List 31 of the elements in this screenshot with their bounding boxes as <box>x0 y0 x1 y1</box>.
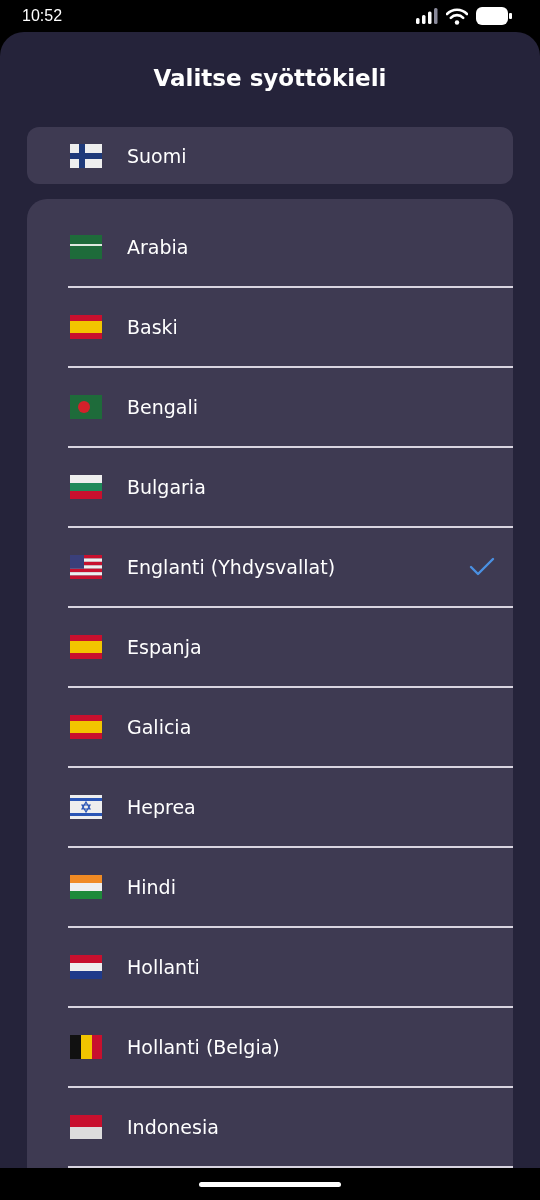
flag-icon <box>70 1115 102 1139</box>
flag-icon <box>70 875 102 899</box>
language-item[interactable]: Hindi <box>68 848 513 928</box>
flag-icon <box>70 235 102 259</box>
sheet-title: Valitse syöttökieli <box>152 64 388 93</box>
language-item[interactable]: Hollanti <box>68 928 513 1008</box>
flag-icon <box>70 635 102 659</box>
wifi-icon <box>446 7 468 25</box>
flag-icon <box>70 315 102 339</box>
language-item[interactable]: Bulgaria <box>68 448 513 528</box>
flag-icon <box>70 715 102 739</box>
language-item[interactable]: Bengali <box>68 368 513 448</box>
flag-icon <box>70 143 102 168</box>
clock: 10:52 <box>22 7 63 25</box>
language-item[interactable]: Espanja <box>68 608 513 688</box>
language-item[interactable]: Englanti (Yhdysvallat) <box>68 528 513 608</box>
current-language-item[interactable]: Suomi <box>27 127 513 184</box>
language-item[interactable]: Arabia <box>68 208 513 288</box>
language-item[interactable]: Hollanti (Belgia) <box>68 1008 513 1088</box>
flag-icon <box>70 395 102 419</box>
language-item[interactable]: Galicia <box>68 688 513 768</box>
battery-icon <box>476 7 512 25</box>
flag-icon <box>70 795 102 819</box>
flag-icon <box>70 475 102 499</box>
flag-icon <box>70 955 102 979</box>
flag-icon <box>70 1035 102 1059</box>
flag-icon <box>70 555 102 579</box>
language-item[interactable]: Heprea <box>68 768 513 848</box>
signal-icon <box>416 8 438 24</box>
home-indicator[interactable] <box>199 1181 341 1187</box>
language-item[interactable]: Baski <box>68 288 513 368</box>
